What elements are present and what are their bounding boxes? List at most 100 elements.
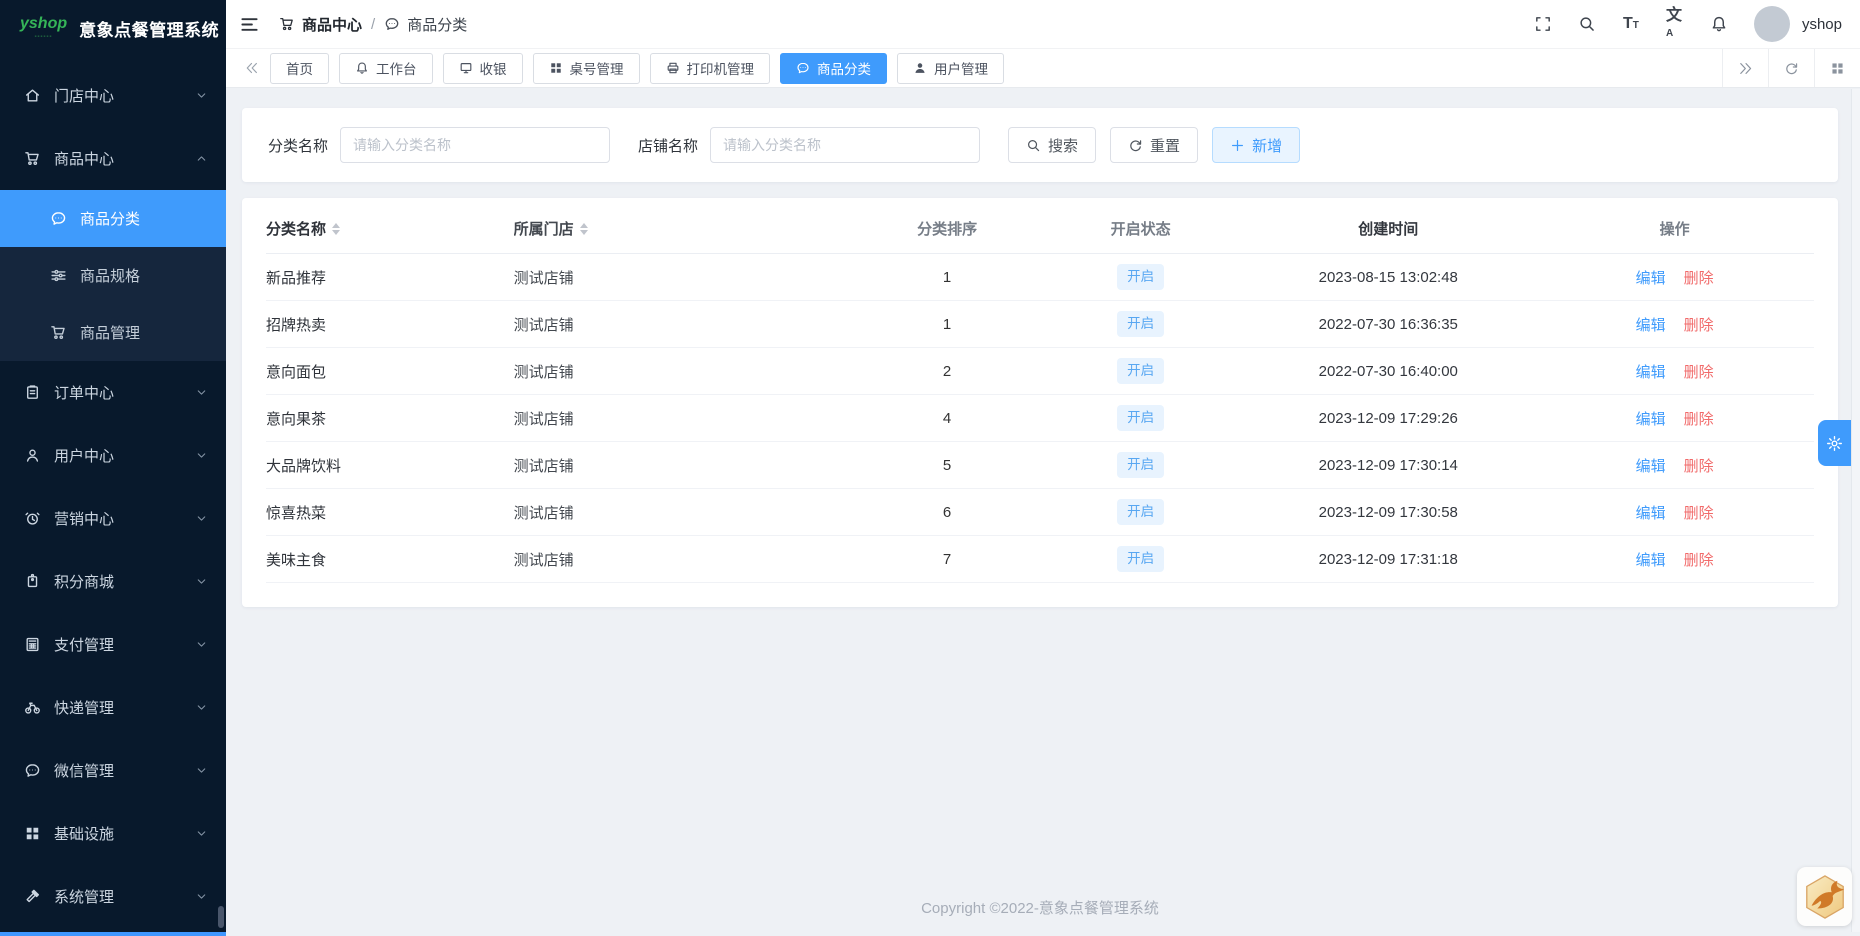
hamburger-icon[interactable] <box>240 15 259 34</box>
delete-link[interactable]: 删除 <box>1684 270 1714 287</box>
avatar <box>1753 6 1790 42</box>
cell-category-name: 惊喜热菜 <box>266 504 327 522</box>
cell-created-time: 2022-07-30 16:40:00 <box>1318 362 1458 380</box>
main-area: 商品中心 / 商品分类 TT 文A yshop 首页 工作台 收银 桌号管理 打印机管理 商品… <box>226 0 1860 936</box>
sidebar-subitem-商品规格[interactable]: 商品规格 <box>0 247 226 304</box>
tabbar: 首页 工作台 收银 桌号管理 打印机管理 商品分类 用户管理 <box>226 48 1860 88</box>
tab-label: 桌号管理 <box>569 62 624 77</box>
sidebar-item-label: 快递管理 <box>54 700 115 717</box>
delete-link[interactable]: 删除 <box>1684 364 1714 381</box>
delete-link[interactable]: 删除 <box>1684 505 1714 522</box>
topbar: 商品中心 / 商品分类 TT 文A yshop <box>226 0 1860 48</box>
yshop-logo: yshop ------ <box>20 15 68 41</box>
vertical-scrollbar-track[interactable] <box>1851 89 1860 932</box>
cart-icon <box>50 324 67 341</box>
cell-actions: 编辑 删除 <box>1535 267 1814 288</box>
tab-首页[interactable]: 首页 <box>270 52 329 84</box>
cell-sort: 4 <box>942 409 952 427</box>
cell-status: 开启 <box>1040 358 1241 384</box>
sidebar-item-订单中心[interactable]: 订单中心 <box>0 361 226 424</box>
edit-link[interactable]: 编辑 <box>1636 317 1666 334</box>
cell-status: 开启 <box>1040 311 1241 337</box>
app-logo[interactable]: yshop ------ 意象点餐管理系统 <box>0 0 226 56</box>
tab-label: 工作台 <box>376 62 417 77</box>
cell-status: 开启 <box>1040 452 1241 478</box>
cell-actions: 编辑 删除 <box>1535 455 1814 476</box>
tabbar-tools <box>1722 49 1860 87</box>
breadcrumb-parent[interactable]: 商品中心 <box>279 14 362 35</box>
sidebar-item-系统管理[interactable]: 系统管理 <box>0 865 226 928</box>
cell-store: 测试店铺 <box>513 269 574 287</box>
column-header-开启状态: 开启状态 <box>1110 221 1171 238</box>
extension-badge[interactable] <box>1797 867 1852 926</box>
translate-icon[interactable]: 文A <box>1666 8 1684 39</box>
sidebar-item-商品中心[interactable]: 商品中心 <box>0 127 226 190</box>
chat-icon <box>796 61 810 75</box>
cell-store: 测试店铺 <box>513 551 574 569</box>
search-icon[interactable] <box>1578 15 1596 33</box>
add-button[interactable]: 新增 <box>1212 127 1301 163</box>
edit-link[interactable]: 编辑 <box>1636 364 1666 381</box>
sidebar-scrollbar-thumb[interactable] <box>218 906 224 928</box>
tabbar-tool-grid-button[interactable] <box>1814 49 1860 87</box>
user-menu[interactable]: yshop <box>1753 6 1842 42</box>
delete-link[interactable]: 删除 <box>1684 458 1714 475</box>
tabs-scroll-left-button[interactable] <box>234 49 270 87</box>
cell-actions: 编辑 删除 <box>1535 549 1814 570</box>
sidebar-item-微信管理[interactable]: 微信管理 <box>0 739 226 802</box>
column-header-所属门店[interactable]: 所属门店 <box>514 218 855 239</box>
tab-用户管理[interactable]: 用户管理 <box>897 52 1004 84</box>
settings-fab-button[interactable] <box>1818 420 1851 466</box>
double-right-icon <box>1738 61 1753 76</box>
cell-created-time: 2023-12-09 17:29:26 <box>1318 409 1458 427</box>
column-header-分类名称[interactable]: 分类名称 <box>266 218 514 239</box>
edit-link[interactable]: 编辑 <box>1636 411 1666 428</box>
edit-link[interactable]: 编辑 <box>1636 270 1666 287</box>
tabbar-tool-refresh-button[interactable] <box>1768 49 1814 87</box>
edit-link[interactable]: 编辑 <box>1636 505 1666 522</box>
sort-carets-icon[interactable] <box>579 222 588 235</box>
sidebar-item-基础设施[interactable]: 基础设施 <box>0 802 226 865</box>
fullscreen-icon[interactable] <box>1534 15 1552 33</box>
status-badge: 开启 <box>1117 311 1165 337</box>
tab-工作台[interactable]: 工作台 <box>339 52 433 84</box>
reset-button[interactable]: 重置 <box>1110 127 1199 163</box>
edit-link[interactable]: 编辑 <box>1636 458 1666 475</box>
sidebar: yshop ------ 意象点餐管理系统 门店中心 商品中心 商品分类 商品规格 商品管… <box>0 0 226 936</box>
tab-桌号管理[interactable]: 桌号管理 <box>532 52 640 84</box>
chevron-down-icon <box>195 638 208 651</box>
store-name-input[interactable] <box>710 127 981 163</box>
cell-store: 测试店铺 <box>513 457 574 475</box>
category-name-input[interactable] <box>340 127 611 163</box>
store-name-label: 店铺名称 <box>638 137 699 155</box>
sidebar-item-用户中心[interactable]: 用户中心 <box>0 424 226 487</box>
sidebar-item-积分商城[interactable]: 积分商城 <box>0 550 226 613</box>
delete-link[interactable]: 删除 <box>1684 411 1714 428</box>
tab-商品分类[interactable]: 商品分类 <box>780 52 887 84</box>
tabbar-tool-double-right-button[interactable] <box>1722 49 1768 87</box>
chat-icon <box>384 16 400 32</box>
cell-category-name: 新品推荐 <box>266 269 327 287</box>
tab-打印机管理[interactable]: 打印机管理 <box>649 52 770 84</box>
sidebar-item-门店中心[interactable]: 门店中心 <box>0 64 226 127</box>
sidebar-item-营销中心[interactable]: 营销中心 <box>0 487 226 550</box>
cell-sort: 1 <box>942 268 952 286</box>
sidebar-item-快递管理[interactable]: 快递管理 <box>0 676 226 739</box>
sidebar-item-支付管理[interactable]: 支付管理 <box>0 613 226 676</box>
tab-收银[interactable]: 收银 <box>442 52 523 84</box>
cell-status: 开启 <box>1040 499 1241 525</box>
sidebar-subitem-商品管理[interactable]: 商品管理 <box>0 304 226 361</box>
search-button[interactable]: 搜索 <box>1008 127 1097 163</box>
refresh-icon <box>1784 61 1799 76</box>
bell-icon[interactable] <box>1710 15 1728 33</box>
cell-sort: 1 <box>942 315 952 333</box>
edit-link[interactable]: 编辑 <box>1636 552 1666 569</box>
horizontal-scrollbar-thumb[interactable] <box>0 932 226 936</box>
sort-carets-icon[interactable] <box>332 222 341 235</box>
sidebar-subitem-商品分类[interactable]: 商品分类 <box>0 190 226 247</box>
delete-link[interactable]: 删除 <box>1684 552 1714 569</box>
chevron-down-icon <box>195 701 208 714</box>
cell-created-time: 2023-12-09 17:30:58 <box>1318 503 1458 521</box>
delete-link[interactable]: 删除 <box>1684 317 1714 334</box>
font-size-icon[interactable]: TT <box>1622 15 1640 33</box>
